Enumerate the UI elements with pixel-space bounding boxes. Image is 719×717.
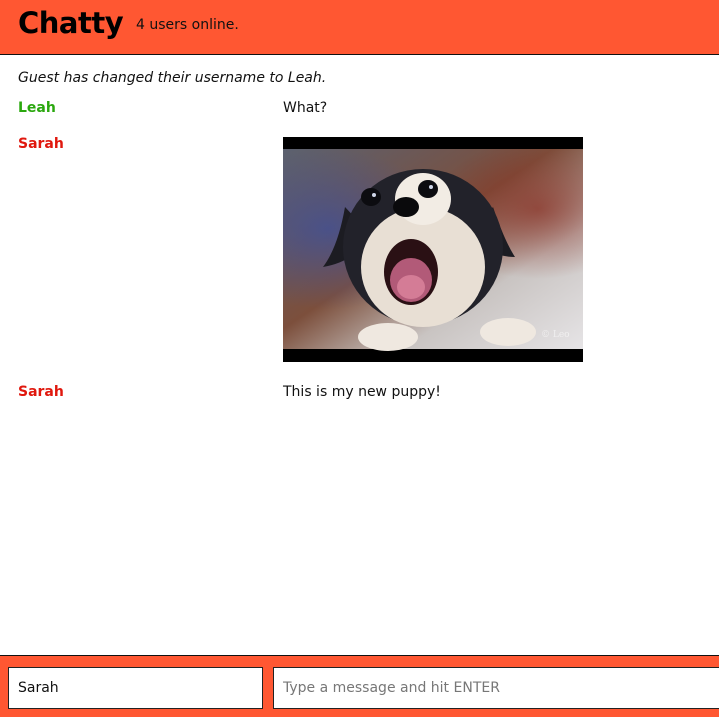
svg-text:© Leo: © Leo [541,330,570,340]
chat-bar [0,655,719,717]
online-users-count: 4 users online. [136,17,239,33]
message-list[interactable]: Guest has changed their username to Leah… [0,56,719,654]
message-username: Sarah [18,136,64,152]
message-input[interactable] [273,667,719,709]
navbar: Chatty 4 users online. [0,0,719,55]
message-content: This is my new puppy! [283,384,441,400]
message-content: What? [283,100,328,116]
message-username: Sarah [18,384,64,400]
puppy-photo[interactable]: © Leo [283,137,583,362]
username-input[interactable] [8,667,263,709]
brand-title[interactable]: Chatty [18,6,124,40]
chat-app: Chatty 4 users online. Guest has changed… [0,0,719,717]
message-username: Leah [18,100,56,116]
system-notice: Guest has changed their username to Leah… [18,70,327,86]
